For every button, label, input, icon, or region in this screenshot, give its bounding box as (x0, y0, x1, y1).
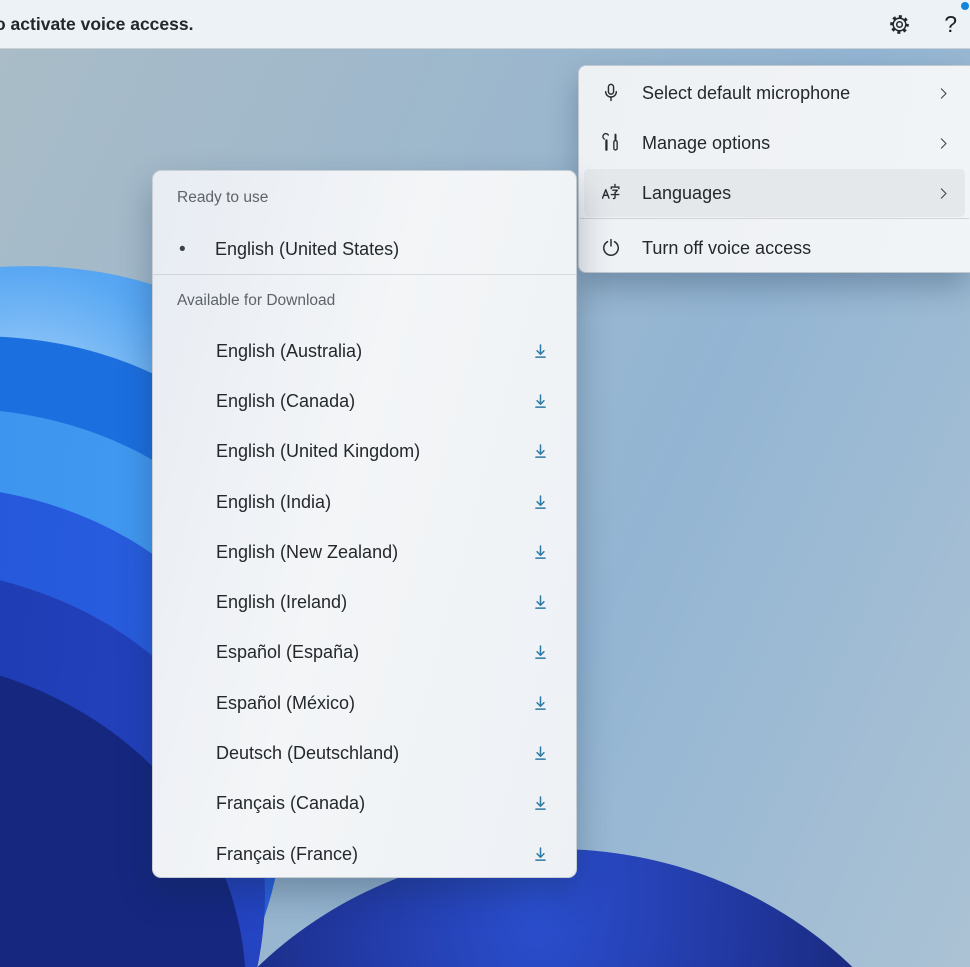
chevron-right-icon (935, 85, 952, 102)
settings-context-menu: Select default microphone Manage options (578, 65, 970, 273)
settings-gear-button[interactable] (888, 13, 911, 36)
language-item-downloadable[interactable]: Español (México) (153, 678, 576, 728)
menu-item-languages[interactable]: Languages (584, 169, 965, 217)
language-label: English (United Kingdom) (216, 441, 420, 462)
download-icon (531, 392, 550, 411)
download-icon (531, 593, 550, 612)
gear-icon (888, 13, 911, 36)
language-label: English (Ireland) (216, 592, 347, 613)
language-item-downloadable[interactable]: Deutsch (Deutschland) (153, 728, 576, 778)
languages-flyout: Ready to use • English (United States) A… (152, 170, 577, 878)
download-icon (531, 543, 550, 562)
language-item-downloadable[interactable]: English (New Zealand) (153, 527, 576, 577)
download-button[interactable] (531, 543, 550, 562)
download-icon (531, 694, 550, 713)
language-label: Deutsch (Deutschland) (216, 743, 399, 764)
ready-to-use-header: Ready to use (153, 171, 576, 224)
language-item-downloadable[interactable]: English (Australia) (153, 326, 576, 376)
language-item-downloadable[interactable]: Français (Canada) (153, 779, 576, 829)
language-item-downloadable[interactable]: English (Canada) (153, 376, 576, 426)
language-label: Español (España) (216, 642, 359, 663)
download-button[interactable] (531, 493, 550, 512)
language-label: Français (Canada) (216, 793, 365, 814)
language-label: English (Australia) (216, 341, 362, 362)
download-button[interactable] (531, 442, 550, 461)
available-for-download-header: Available for Download (153, 275, 576, 326)
tools-icon (596, 132, 626, 154)
download-icon (531, 643, 550, 662)
translate-icon (596, 182, 626, 204)
help-button[interactable]: ? (944, 13, 957, 36)
language-label: English (India) (216, 492, 331, 513)
language-item-downloadable[interactable]: Español (España) (153, 628, 576, 678)
menu-item-select-default-microphone[interactable]: Select default microphone (579, 68, 970, 118)
voice-access-bar: o activate voice access. ? (0, 0, 970, 49)
download-icon (531, 845, 550, 864)
download-button[interactable] (531, 845, 550, 864)
download-button[interactable] (531, 744, 550, 763)
voice-access-bar-actions: ? (888, 13, 970, 36)
language-item-downloadable[interactable]: Français (France) (153, 829, 576, 878)
language-label: English (United States) (215, 239, 399, 260)
chevron-right-icon (935, 135, 952, 152)
menu-item-label: Manage options (642, 133, 770, 154)
download-button[interactable] (531, 342, 550, 361)
downloadable-language-list: English (Australia) English (Canada) (153, 326, 576, 878)
language-item-downloadable[interactable]: English (Ireland) (153, 577, 576, 627)
menu-item-label: Languages (642, 183, 731, 204)
menu-item-manage-options[interactable]: Manage options (579, 118, 970, 168)
notification-dot (961, 2, 969, 10)
voice-access-status-text: o activate voice access. (0, 14, 193, 35)
language-label: English (New Zealand) (216, 542, 398, 563)
download-button[interactable] (531, 643, 550, 662)
download-icon (531, 744, 550, 763)
menu-item-turn-off-voice-access[interactable]: Turn off voice access (579, 222, 970, 274)
language-item-downloadable[interactable]: English (United Kingdom) (153, 427, 576, 477)
language-item-downloadable[interactable]: English (India) (153, 477, 576, 527)
power-icon (596, 237, 626, 259)
voice-access-screen: o activate voice access. ? (0, 0, 970, 967)
menu-item-label: Select default microphone (642, 83, 850, 104)
download-icon (531, 342, 550, 361)
language-label: English (Canada) (216, 391, 355, 412)
chevron-right-icon (935, 185, 952, 202)
download-icon (531, 442, 550, 461)
download-icon (531, 493, 550, 512)
microphone-icon (596, 82, 626, 104)
download-button[interactable] (531, 392, 550, 411)
menu-item-label: Turn off voice access (642, 238, 811, 259)
help-question-icon: ? (944, 13, 957, 36)
download-icon (531, 794, 550, 813)
language-item-installed[interactable]: • English (United States) (153, 224, 576, 274)
menu-divider (580, 218, 969, 219)
download-button[interactable] (531, 593, 550, 612)
selected-bullet-icon: • (179, 240, 215, 259)
language-label: Français (France) (216, 844, 358, 865)
language-label: Español (México) (216, 693, 355, 714)
download-button[interactable] (531, 794, 550, 813)
download-button[interactable] (531, 694, 550, 713)
